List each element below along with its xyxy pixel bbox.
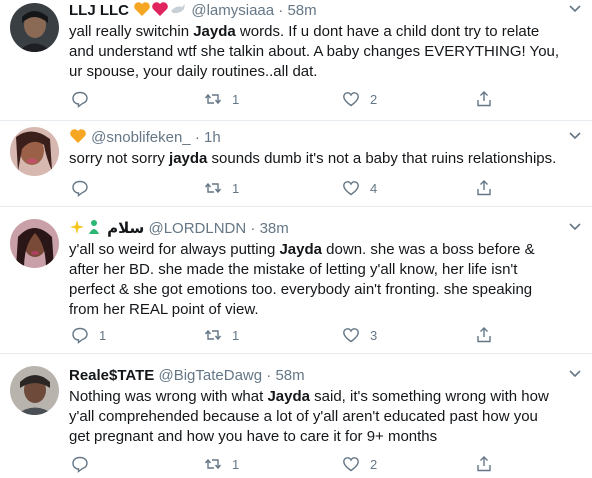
avatar[interactable] xyxy=(10,3,59,52)
like-count: 2 xyxy=(370,456,378,472)
like-count: 2 xyxy=(370,91,378,107)
separator-dot: · xyxy=(266,367,272,384)
retweet-icon xyxy=(204,458,222,470)
retweet-button[interactable]: 1 xyxy=(204,454,239,474)
tweet-header: Reale$TATE @BigTateDawg · 58m xyxy=(69,366,552,386)
tweet[interactable]: @snoblifeken_ · 1h sorry not sorry jayda… xyxy=(0,121,592,207)
reply-button[interactable] xyxy=(71,178,99,198)
like-icon xyxy=(343,92,359,107)
display-name[interactable]: LLJ LLC xyxy=(69,2,129,19)
tweet[interactable]: LLJ LLC @lamysiaaa · 58m yall really swi… xyxy=(0,0,592,121)
avatar[interactable] xyxy=(10,366,59,415)
like-button[interactable]: 2 xyxy=(342,454,377,474)
caret-down-icon[interactable] xyxy=(568,222,582,232)
reply-button[interactable]: 1 xyxy=(71,325,106,345)
tweet-text: sorry not sorry jayda sounds dumb it's n… xyxy=(69,150,557,167)
tweet-header: سلام @LORDLNDN · 38m xyxy=(69,219,552,239)
tweet-actions: 1 2 xyxy=(69,89,499,109)
tweet[interactable]: سلام @LORDLNDN · 38m y'all so weird for … xyxy=(0,207,592,354)
timestamp[interactable]: 1h xyxy=(204,129,221,146)
like-button[interactable]: 3 xyxy=(342,325,377,345)
share-button[interactable] xyxy=(475,89,493,109)
display-name[interactable]: سلام xyxy=(107,220,144,237)
tweet-actions: 1 1 3 xyxy=(69,325,499,345)
reply-icon xyxy=(72,327,88,344)
retweet-icon xyxy=(204,93,222,105)
share-icon xyxy=(477,327,491,343)
tweet-text: y'all so weird for always putting Jayda … xyxy=(69,241,535,318)
tweet-text: Nothing was wrong with what Jayda said, … xyxy=(69,388,549,445)
user-handle[interactable]: @lamysiaaa xyxy=(191,2,274,19)
like-icon xyxy=(343,328,359,343)
sparkles-icon xyxy=(69,219,85,241)
timestamp[interactable]: 38m xyxy=(260,220,289,237)
tweet[interactable]: Reale$TATE @BigTateDawg · 58m Nothing wa… xyxy=(0,354,592,478)
retweet-button[interactable]: 1 xyxy=(204,89,239,109)
reply-button[interactable] xyxy=(71,89,99,109)
reply-icon xyxy=(72,91,88,108)
timestamp[interactable]: 58m xyxy=(275,367,304,384)
retweet-icon xyxy=(204,329,222,341)
reply-icon xyxy=(72,180,88,197)
retweet-count: 1 xyxy=(232,91,240,107)
reply-icon xyxy=(72,456,88,473)
share-icon xyxy=(477,456,491,472)
like-count: 3 xyxy=(370,327,378,343)
reply-count: 1 xyxy=(99,327,107,343)
like-count: 4 xyxy=(370,180,378,196)
timestamp[interactable]: 58m xyxy=(287,2,316,19)
separator-dot: · xyxy=(250,220,256,237)
orange-heart-icon xyxy=(69,128,87,150)
red-heart-icon xyxy=(151,1,169,23)
retweet-icon xyxy=(204,182,222,194)
share-button[interactable] xyxy=(475,325,493,345)
retweet-count: 1 xyxy=(232,180,240,196)
tweet-actions: 1 2 xyxy=(69,454,499,474)
caret-down-icon[interactable] xyxy=(568,4,582,14)
retweet-count: 1 xyxy=(232,327,240,343)
share-icon xyxy=(477,180,491,196)
caret-down-icon[interactable] xyxy=(568,131,582,141)
like-button[interactable]: 4 xyxy=(342,178,377,198)
reply-button[interactable] xyxy=(71,454,99,474)
display-name[interactable]: Reale$TATE xyxy=(69,367,154,384)
tweet-header: @snoblifeken_ · 1h xyxy=(69,128,552,148)
separator-dot: · xyxy=(194,129,200,146)
separator-dot: · xyxy=(278,2,284,19)
share-icon xyxy=(477,91,491,107)
like-icon xyxy=(343,457,359,472)
tweet-header: LLJ LLC @lamysiaaa · 58m xyxy=(69,1,552,21)
share-button[interactable] xyxy=(475,454,493,474)
tweet-actions: 1 4 xyxy=(69,178,499,198)
avatar[interactable] xyxy=(10,127,59,176)
retweet-count: 1 xyxy=(232,456,240,472)
retweet-button[interactable]: 1 xyxy=(204,178,239,198)
orange-heart-icon xyxy=(133,1,151,23)
share-button[interactable] xyxy=(475,178,493,198)
caret-down-icon[interactable] xyxy=(568,369,582,379)
like-button[interactable]: 2 xyxy=(342,89,377,109)
tweet-text: yall really switchin Jayda words. If u d… xyxy=(69,23,560,80)
retweet-button[interactable]: 1 xyxy=(204,325,239,345)
user-handle[interactable]: @LORDLNDN xyxy=(148,220,246,237)
avatar[interactable] xyxy=(10,219,59,268)
like-icon xyxy=(343,181,359,196)
genie-icon xyxy=(85,219,103,241)
user-handle[interactable]: @BigTateDawg xyxy=(158,367,262,384)
user-handle[interactable]: @snoblifeken_ xyxy=(91,129,190,146)
dove-icon xyxy=(169,1,187,23)
